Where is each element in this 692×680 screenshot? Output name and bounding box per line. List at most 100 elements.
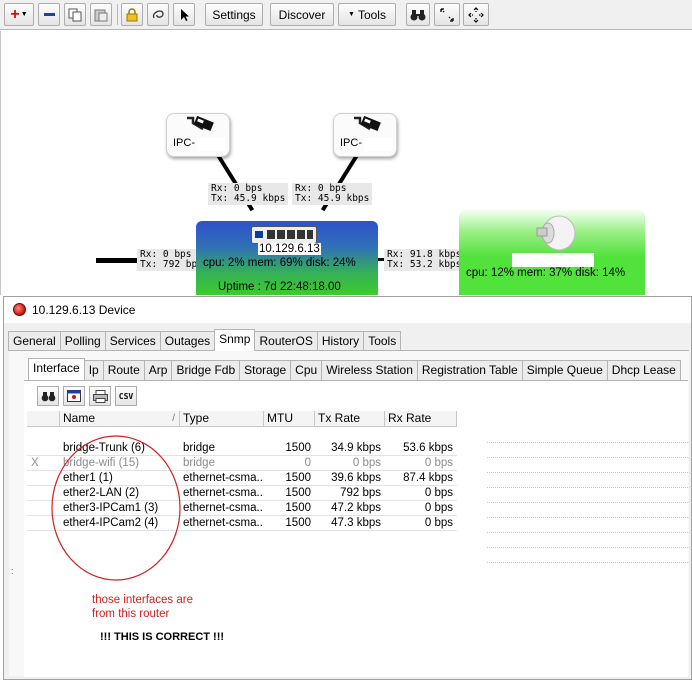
tools-menu-label: Tools (357, 7, 386, 22)
expand-arrows-icon (468, 6, 484, 23)
camera-node-1[interactable]: IPC- (166, 113, 230, 157)
tab-wireless-station[interactable]: Wireless Station (321, 360, 418, 380)
tab-bridge-fdb[interactable]: Bridge Fdb (171, 360, 241, 380)
cell-rx: 0 bps (424, 517, 453, 529)
cell-rx: 0 bps (424, 457, 453, 469)
lasso-button[interactable] (147, 3, 169, 26)
tab-storage[interactable]: Storage (239, 360, 292, 380)
cell-tx: 47.3 kbps (331, 517, 381, 529)
device-window-titlebar[interactable]: 10.129.6.13 Device (4, 297, 691, 323)
empty-row-line (487, 517, 692, 518)
cell-type: bridge (183, 457, 215, 469)
tab-interface[interactable]: Interface (28, 358, 85, 380)
export-csv-button[interactable]: CSV (115, 386, 137, 406)
cell-type: ethernet-csma... (183, 502, 264, 514)
annotation-note: those interfaces are from this router (92, 594, 194, 620)
camera-node-2[interactable]: IPC- (333, 113, 397, 157)
empty-row-line (487, 547, 692, 548)
cell-mtu: 1500 (285, 487, 311, 499)
empty-row-line (487, 562, 692, 563)
pointer-icon (181, 8, 189, 21)
empty-row-line (487, 487, 692, 488)
tab-tools[interactable]: Tools (363, 331, 402, 351)
column-header-type[interactable]: Type (180, 411, 264, 427)
tab-routeros[interactable]: RouterOS (254, 331, 318, 351)
column-header-tx-rate[interactable]: Tx Rate (315, 411, 385, 427)
empty-row-line (487, 532, 692, 533)
camera-icon (187, 115, 214, 132)
cell-mtu: 0 (304, 457, 311, 469)
tab-dhcp-lease[interactable]: Dhcp Lease (606, 360, 681, 380)
tools-menu-button[interactable]: ▼ Tools (338, 3, 396, 26)
find-interface-button[interactable] (37, 386, 59, 406)
print-button[interactable] (89, 386, 111, 406)
splitter-handle[interactable]: : (11, 566, 14, 576)
column-header-mtu[interactable]: MTU (264, 411, 315, 427)
paste-button[interactable] (90, 3, 112, 26)
find-button[interactable] (406, 3, 430, 26)
link-ap-rate: Rx: 91.8 kbps Tx: 53.2 kbps (384, 249, 465, 271)
snmp-subtabs: Interface Ip Route Arp Bridge Fdb Storag… (28, 358, 681, 380)
tab-cpu[interactable]: Cpu (290, 360, 323, 380)
tab-outages[interactable]: Outages (159, 331, 216, 351)
copy-button[interactable] (64, 3, 86, 26)
empty-row-line (487, 457, 692, 458)
cell-tx: 0 bps (352, 457, 381, 469)
tab-route[interactable]: Route (102, 360, 145, 380)
router-ip-label: 10.129.6.13 (258, 243, 321, 255)
camera-icon (354, 115, 381, 132)
camera-1-label: IPC- (173, 137, 195, 149)
network-map[interactable]: IPC- IPC- Rx: 0 bps Tx: 45.9 kbps Rx: 0 … (0, 31, 692, 295)
cell-type: ethernet-csma... (183, 517, 264, 529)
router-stats: cpu: 2% mem: 69% disk: 24% (203, 257, 356, 269)
lasso-icon (152, 9, 164, 18)
chevron-down-icon: ▼ (20, 11, 28, 18)
expand-button[interactable] (463, 3, 489, 26)
empty-row-line (487, 472, 692, 473)
tab-simple-queue[interactable]: Simple Queue (521, 360, 608, 380)
tab-ip[interactable]: Ip (83, 360, 104, 380)
tab-general[interactable]: General (8, 331, 61, 351)
discover-button[interactable]: Discover (270, 3, 334, 26)
device-tabs: General Polling Services Outages Snmp Ro… (8, 329, 402, 351)
redacted-mask (512, 253, 594, 267)
window-button[interactable] (63, 386, 85, 406)
add-button[interactable]: + ▼ (4, 3, 34, 26)
csv-icon: CSV (118, 391, 134, 401)
ap-node[interactable]: cpu: 12% mem: 37% disk: 14% (459, 210, 645, 295)
pointer-button[interactable] (173, 3, 195, 26)
cell-tx: 34.9 kbps (331, 442, 381, 454)
empty-row-line (487, 442, 692, 443)
lock-button[interactable] (121, 3, 143, 26)
remove-button[interactable] (38, 3, 60, 26)
cell-mtu: 1500 (285, 442, 311, 454)
flag-column-header[interactable] (27, 411, 60, 427)
cell-mtu: 1500 (285, 517, 311, 529)
column-header-name[interactable]: Name / (60, 411, 180, 427)
zoom-fit-button[interactable] (434, 3, 460, 26)
column-header-rx-rate[interactable]: Rx Rate (385, 411, 457, 427)
settings-button[interactable]: Settings (205, 3, 263, 26)
annotation-circle (51, 435, 181, 581)
router-node[interactable]: 10.129.6.13 cpu: 2% mem: 69% disk: 24% U… (196, 221, 378, 295)
redacted-mask (364, 138, 392, 151)
binoculars-icon (41, 391, 55, 401)
link-camera1-rate: Rx: 0 bps Tx: 45.9 kbps (208, 183, 289, 205)
main-toolbar: + ▼ Settings Discover ▼ Tools (0, 0, 692, 30)
paste-icon (94, 9, 108, 21)
device-window: 10.129.6.13 Device General Polling Servi… (3, 296, 692, 680)
tab-polling[interactable]: Polling (59, 331, 106, 351)
column-header-name-label: Name (63, 411, 96, 425)
cell-rx: 0 bps (424, 487, 453, 499)
tab-snmp[interactable]: Snmp (214, 329, 256, 351)
tab-services[interactable]: Services (104, 331, 161, 351)
tab-history[interactable]: History (316, 331, 365, 351)
cell-tx: 47.2 kbps (331, 502, 381, 514)
tab-registration-table[interactable]: Registration Table (416, 360, 523, 380)
cell-tx: 39.6 kbps (331, 472, 381, 484)
cell-type: ethernet-csma... (183, 472, 264, 484)
camera-2-label: IPC- (340, 137, 362, 149)
tab-arp[interactable]: Arp (143, 360, 173, 380)
ap-stats: cpu: 12% mem: 37% disk: 14% (466, 267, 626, 279)
window-icon (67, 390, 81, 402)
